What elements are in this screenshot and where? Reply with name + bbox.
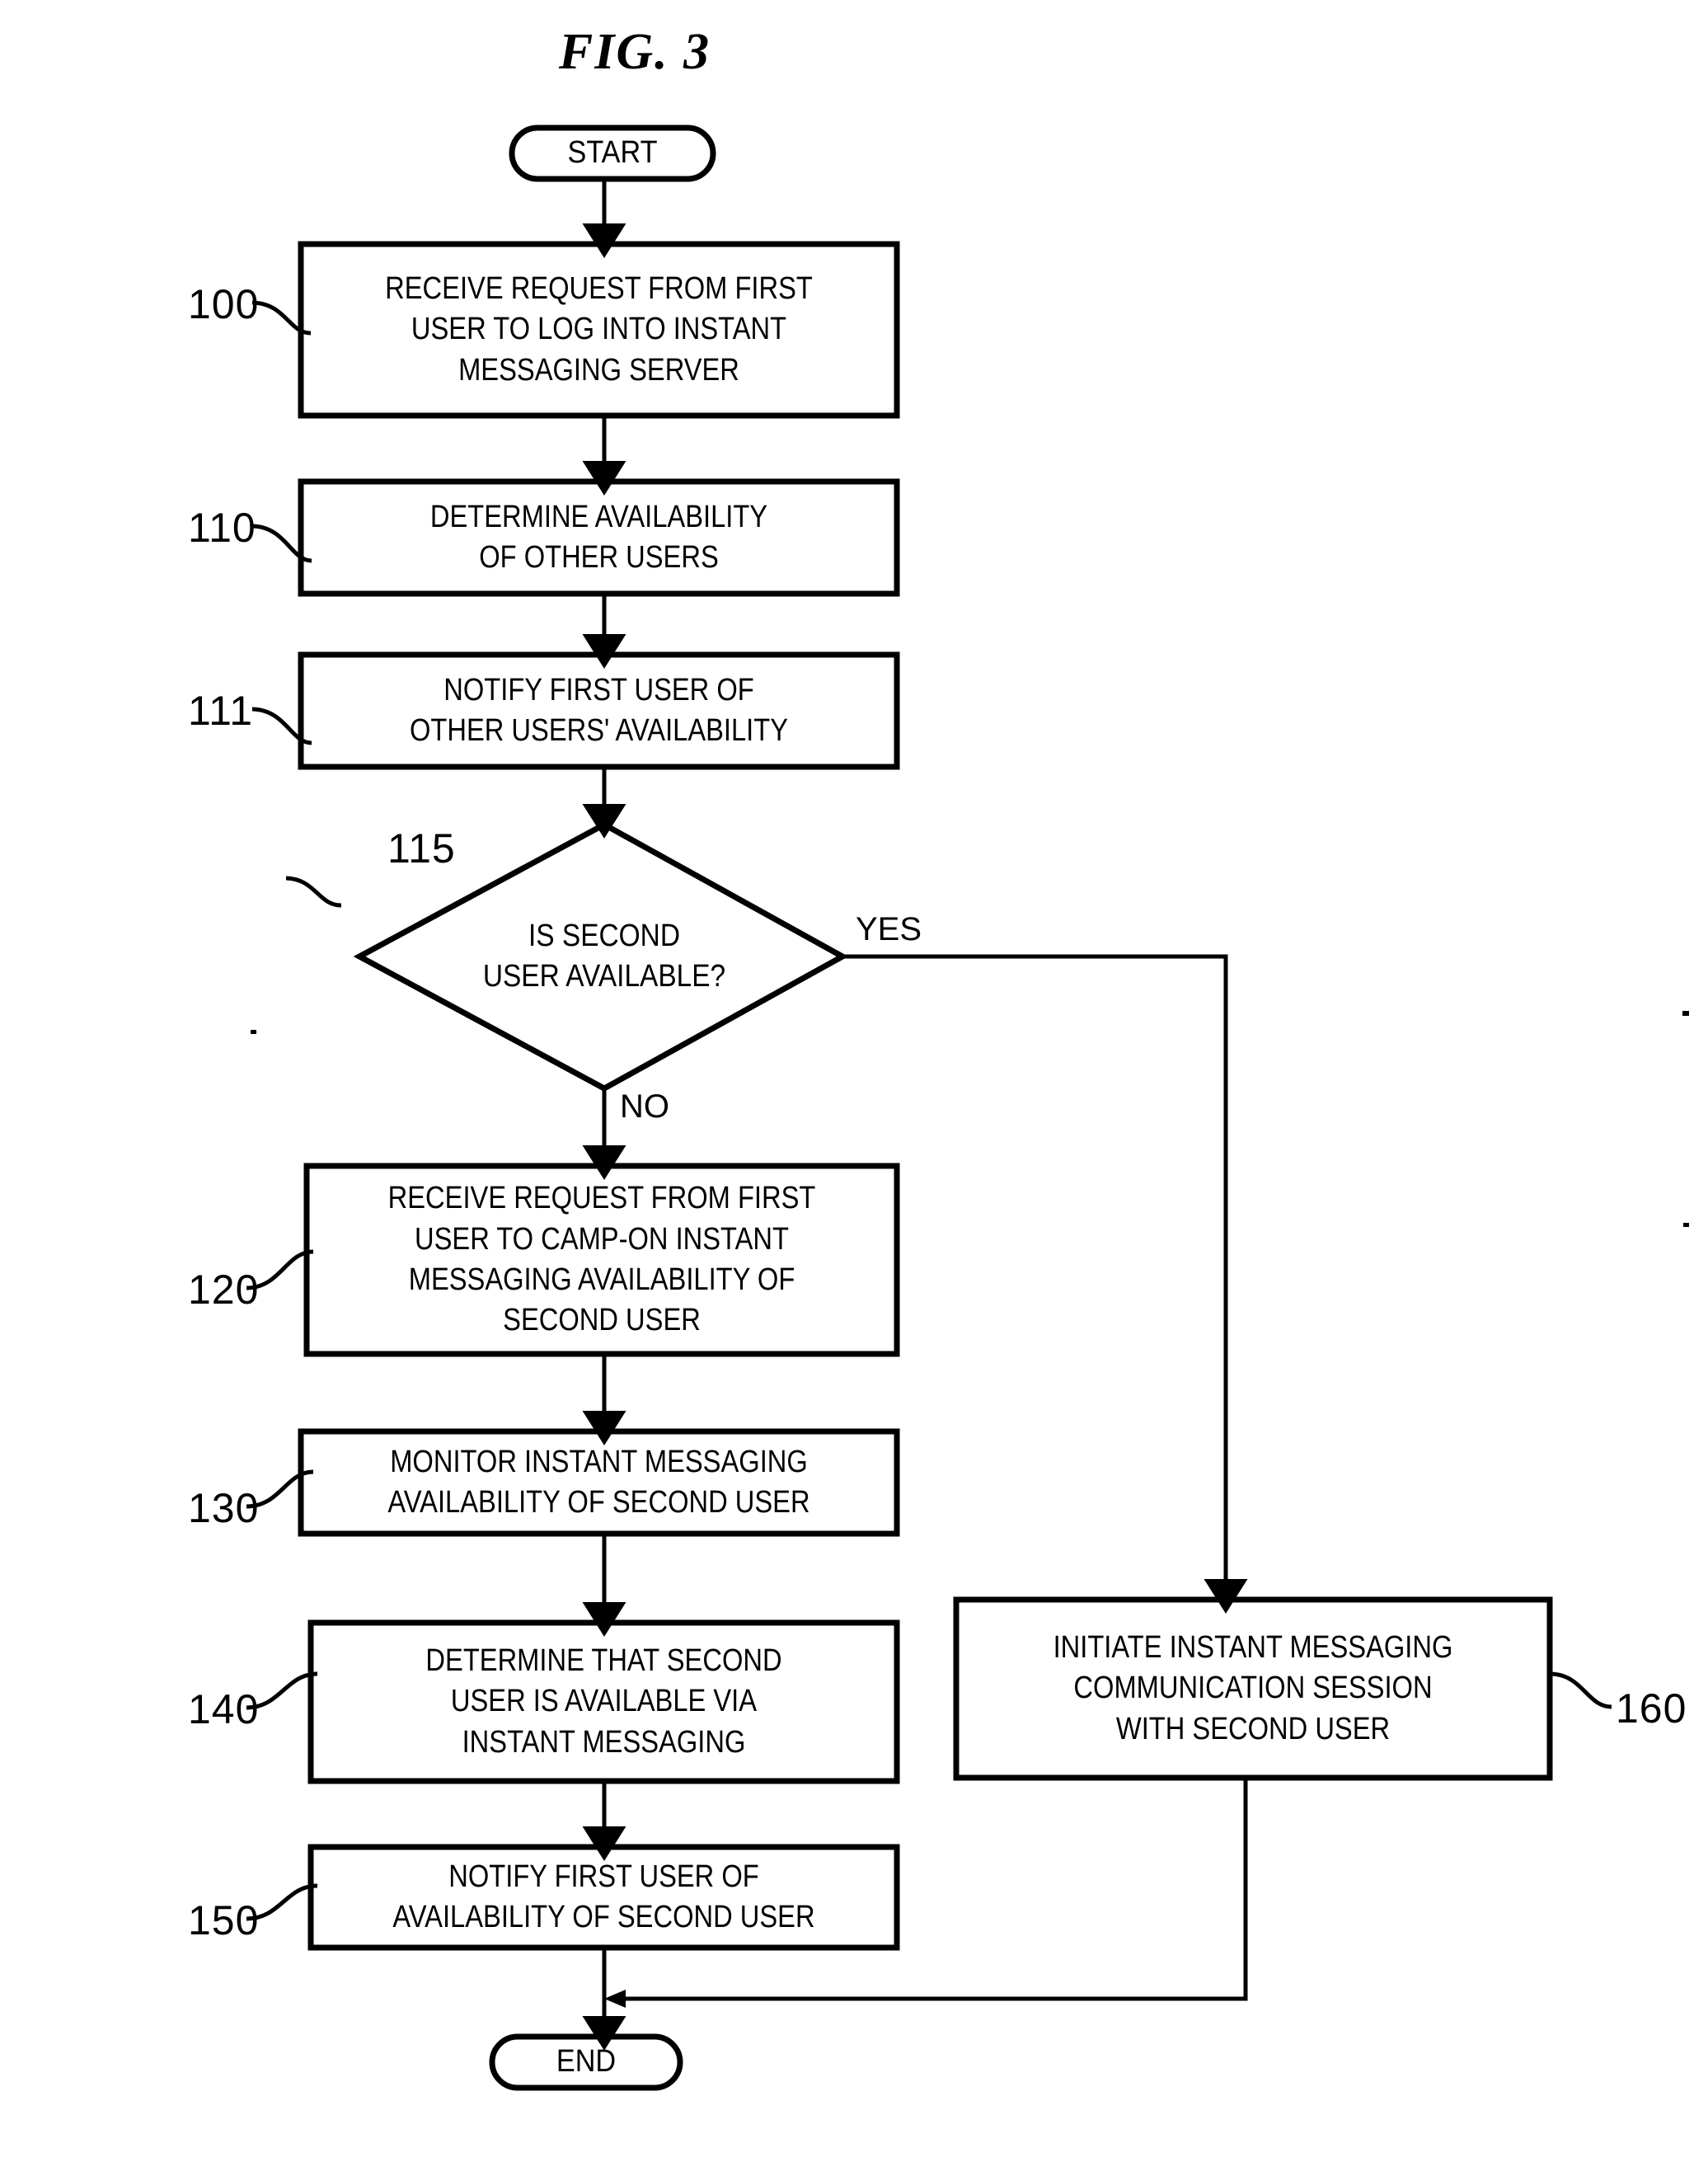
step150-box-shape xyxy=(307,1844,900,1951)
leader-140 xyxy=(246,1671,318,1710)
leader-115 xyxy=(285,876,342,908)
step120-box-shape xyxy=(303,1163,900,1357)
step140-box-shape xyxy=(307,1619,900,1784)
step130-box-shape xyxy=(298,1428,900,1537)
step160-box-shape xyxy=(953,1596,1553,1781)
step100-box-shape xyxy=(298,241,900,419)
connector-115-yes-to-160 xyxy=(842,954,1248,1614)
scan-speck-left xyxy=(251,1030,256,1034)
scan-speck-right-lower xyxy=(1683,1223,1689,1227)
leader-120 xyxy=(246,1249,314,1290)
connector-160-merge-arrowhead xyxy=(604,1990,626,2008)
step110-box-shape xyxy=(298,478,900,597)
end-terminal-shape xyxy=(489,2033,683,2091)
scan-speck-right-upper xyxy=(1682,1011,1689,1016)
step111-box-shape xyxy=(298,651,900,770)
start-terminal-shape xyxy=(509,125,716,182)
figure-page: FIG. 3 START RECEIVE REQUEST FROM FIRST … xyxy=(0,0,1708,2176)
leader-160 xyxy=(1549,1671,1612,1709)
decision115-diamond-shape xyxy=(353,821,849,1092)
flowchart-canvas xyxy=(246,125,1612,2091)
leader-150 xyxy=(246,1883,318,1921)
